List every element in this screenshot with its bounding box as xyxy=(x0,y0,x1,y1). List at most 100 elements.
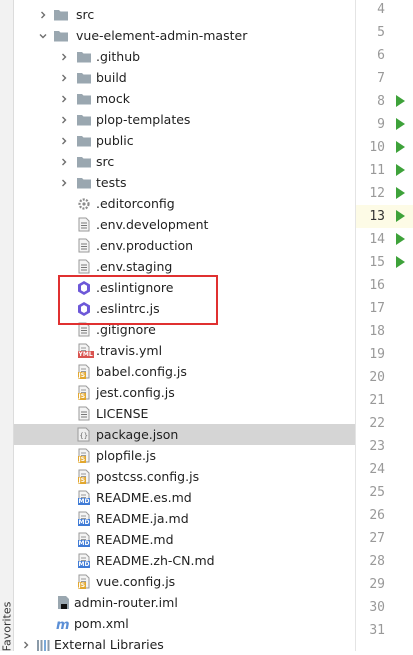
line-number: 25 xyxy=(369,485,385,500)
file-type-badge: JS xyxy=(77,456,87,463)
tree-item-label: pom.xml xyxy=(74,616,129,631)
tree-file-row[interactable]: MD README.ja.md xyxy=(14,508,355,529)
chevron-right-icon[interactable] xyxy=(57,67,71,88)
tree-folder-row[interactable]: tests xyxy=(14,172,355,193)
tree-file-row[interactable]: JS vue.config.js xyxy=(14,571,355,592)
svg-text:{}: {} xyxy=(80,432,88,440)
tree-file-row[interactable]: JS jest.config.js xyxy=(14,382,355,403)
run-test-icon[interactable] xyxy=(396,118,405,130)
line-number: 23 xyxy=(369,439,385,454)
editorconfig-gear-icon xyxy=(76,195,92,212)
external-libraries-icon xyxy=(36,636,52,653)
tree-file-row[interactable]: JS plopfile.js xyxy=(14,445,355,466)
chevron-right-icon[interactable] xyxy=(57,46,71,67)
javascript-file-icon: JS xyxy=(76,384,92,401)
file-type-badge: JS xyxy=(77,477,87,484)
tree-file-row[interactable]: JS babel.config.js xyxy=(14,361,355,382)
chevron-right-icon[interactable] xyxy=(19,634,33,655)
tree-file-row[interactable]: MD README.md xyxy=(14,529,355,550)
tree-folder-row[interactable]: .github xyxy=(14,46,355,67)
folder-icon xyxy=(76,69,92,86)
run-test-icon[interactable] xyxy=(396,256,405,268)
chevron-down-icon[interactable] xyxy=(36,25,50,46)
tree-item-label: README.md xyxy=(96,532,174,547)
line-number: 8 xyxy=(377,94,385,109)
tree-item-label: LICENSE xyxy=(96,406,149,421)
line-number: 6 xyxy=(377,48,385,63)
tree-folder-row[interactable]: public xyxy=(14,130,355,151)
chevron-right-icon[interactable] xyxy=(57,151,71,172)
run-test-icon[interactable] xyxy=(396,164,405,176)
tree-item-label: babel.config.js xyxy=(96,364,187,379)
tree-item-label: vue-element-admin-master xyxy=(76,28,248,43)
tree-item-label: plop-templates xyxy=(96,112,191,127)
tree-item-label: .github xyxy=(96,49,141,64)
line-number: 28 xyxy=(369,554,385,569)
tree-file-row[interactable]: m pom.xml xyxy=(14,613,355,634)
tree-folder-row[interactable]: build xyxy=(14,67,355,88)
tree-folder-row[interactable]: mock xyxy=(14,88,355,109)
line-number: 24 xyxy=(369,462,385,477)
line-number: 29 xyxy=(369,577,385,592)
markdown-file-icon: MD xyxy=(76,552,92,569)
file-type-badge: MD xyxy=(77,561,91,568)
tree-file-row[interactable]: YML .travis.yml xyxy=(14,340,355,361)
tree-file-row[interactable]: admin-router.iml xyxy=(14,592,355,613)
line-number: 21 xyxy=(369,393,385,408)
line-number: 15 xyxy=(369,255,385,270)
chevron-right-icon[interactable] xyxy=(36,4,50,25)
line-number: 5 xyxy=(377,25,385,40)
folder-icon xyxy=(76,111,92,128)
tree-file-row[interactable]: JS postcss.config.js xyxy=(14,466,355,487)
tree-file-row[interactable]: External Libraries xyxy=(14,634,355,655)
tree-folder-row[interactable]: src xyxy=(14,4,355,25)
javascript-file-icon: JS xyxy=(76,447,92,464)
tree-item-label: jest.config.js xyxy=(96,385,175,400)
file-type-badge: JS xyxy=(77,393,87,400)
tree-file-row[interactable]: LICENSE xyxy=(14,403,355,424)
chevron-right-icon[interactable] xyxy=(57,130,71,151)
text-file-icon xyxy=(76,258,92,275)
line-number: 30 xyxy=(369,600,385,615)
tree-item-label: src xyxy=(76,7,95,22)
run-test-icon[interactable] xyxy=(396,187,405,199)
line-number: 26 xyxy=(369,508,385,523)
left-tool-strip: Favorites xyxy=(0,0,14,651)
tree-folder-row[interactable]: vue-element-admin-master xyxy=(14,25,355,46)
tree-item-label: admin-router.iml xyxy=(74,595,178,610)
tree-folder-row[interactable]: plop-templates xyxy=(14,109,355,130)
tree-item-label: public xyxy=(96,133,134,148)
tree-folder-row[interactable]: src xyxy=(14,151,355,172)
chevron-right-icon[interactable] xyxy=(57,88,71,109)
text-file-icon xyxy=(76,237,92,254)
tree-item-label: postcss.config.js xyxy=(96,469,200,484)
folder-icon xyxy=(76,90,92,107)
tree-file-row[interactable]: .env.staging xyxy=(14,256,355,277)
tree-file-row[interactable]: MD README.zh-CN.md xyxy=(14,550,355,571)
line-number: 27 xyxy=(369,531,385,546)
folder-icon xyxy=(53,6,69,23)
javascript-file-icon: JS xyxy=(76,363,92,380)
run-test-icon[interactable] xyxy=(396,233,405,245)
favorites-label: Favorites xyxy=(0,601,14,652)
run-test-icon[interactable] xyxy=(396,95,405,107)
tree-file-row[interactable]: .env.development xyxy=(14,214,355,235)
tree-file-row[interactable]: {} package.json xyxy=(14,424,355,445)
file-type-badge: JS xyxy=(77,582,87,589)
tree-item-label: plopfile.js xyxy=(96,448,156,463)
markdown-file-icon: MD xyxy=(76,489,92,506)
tree-item-label: src xyxy=(96,154,115,169)
line-number: 7 xyxy=(377,71,385,86)
tree-file-row[interactable]: MD README.es.md xyxy=(14,487,355,508)
folder-icon xyxy=(53,27,69,44)
tree-file-row[interactable]: .env.production xyxy=(14,235,355,256)
run-test-icon[interactable] xyxy=(396,210,405,222)
line-number: 4 xyxy=(377,2,385,17)
chevron-right-icon[interactable] xyxy=(57,109,71,130)
tree-item-label: .travis.yml xyxy=(96,343,163,358)
tree-file-row[interactable]: .editorconfig xyxy=(14,193,355,214)
tree-item-label: README.ja.md xyxy=(96,511,189,526)
chevron-right-icon[interactable] xyxy=(57,172,71,193)
iml-module-icon xyxy=(56,594,72,611)
run-test-icon[interactable] xyxy=(396,141,405,153)
